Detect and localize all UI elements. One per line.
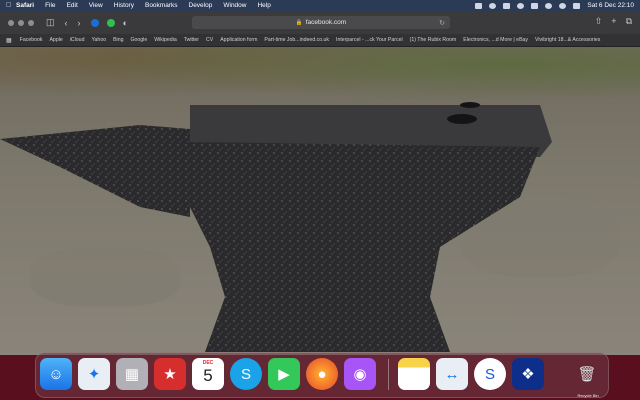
wifi-icon[interactable] bbox=[545, 2, 553, 9]
dropbox-icon[interactable]: ❖ bbox=[512, 358, 544, 390]
menubar-clock[interactable]: Sat 6 Dec 22:10 bbox=[587, 2, 634, 9]
menu-history[interactable]: History bbox=[114, 2, 134, 9]
dropbox-tray-icon[interactable] bbox=[475, 2, 483, 9]
menu-view[interactable]: View bbox=[89, 2, 103, 9]
extension-blue-icon[interactable] bbox=[90, 18, 99, 27]
back-icon[interactable]: ‹ bbox=[65, 18, 68, 28]
address-bar[interactable]: 🔒 facebook.com ↻ bbox=[192, 16, 450, 29]
launchpad-icon[interactable]: ▦ bbox=[116, 358, 148, 390]
reload-icon[interactable]: ↻ bbox=[439, 19, 445, 27]
forward-icon[interactable]: › bbox=[78, 18, 81, 28]
notes-icon[interactable] bbox=[398, 358, 430, 390]
menu-edit[interactable]: Edit bbox=[67, 2, 78, 9]
hardy-hole bbox=[447, 114, 477, 124]
bookmark-item[interactable]: Interparcel - ...ck Your Parcel bbox=[336, 37, 403, 43]
menu-help[interactable]: Help bbox=[257, 2, 270, 9]
extension-green-icon[interactable] bbox=[106, 18, 115, 27]
show-all-bookmarks-icon[interactable]: ▦ bbox=[6, 37, 12, 44]
bookmark-item[interactable]: Application form bbox=[220, 37, 257, 43]
shazam-icon[interactable]: S bbox=[474, 358, 506, 390]
calendar-day: 5 bbox=[203, 366, 213, 385]
bookmark-item[interactable]: Google bbox=[130, 37, 147, 43]
pritchel-hole bbox=[460, 102, 480, 108]
calendar-icon[interactable]: DEC 5 bbox=[192, 358, 224, 390]
status-tray: Sat 6 Dec 22:10 bbox=[475, 2, 634, 9]
podcasts-icon[interactable]: ◉ bbox=[344, 358, 376, 390]
skype-icon[interactable]: S bbox=[230, 358, 262, 390]
anvil-body bbox=[190, 142, 540, 352]
menu-window[interactable]: Window bbox=[223, 2, 246, 9]
bluetooth-icon[interactable] bbox=[503, 2, 511, 9]
tab-overview-icon[interactable]: ⧉ bbox=[626, 16, 632, 27]
menu-develop[interactable]: Develop bbox=[189, 2, 213, 9]
share-icon[interactable]: ⇧ bbox=[595, 16, 603, 27]
trash-label: Recycle Bin bbox=[577, 393, 599, 398]
menu-app-name[interactable]: Safari bbox=[16, 2, 34, 9]
bookmark-item[interactable]: (1) The Rubix Room bbox=[410, 37, 457, 43]
toolbar-right-controls: ⇧ + ⧉ bbox=[595, 16, 632, 27]
minimize-window-button[interactable] bbox=[18, 19, 24, 26]
bookmark-item[interactable]: Electronics, ...d More | eBay bbox=[463, 37, 528, 43]
trash-icon[interactable]: 🗑 bbox=[571, 358, 603, 390]
privacy-shield-icon[interactable]: ◐ bbox=[123, 18, 128, 28]
bookmark-item[interactable]: Part-time Job...indeed.co.uk bbox=[264, 37, 329, 43]
bookmark-item[interactable]: Twitter bbox=[184, 37, 199, 43]
bookmark-item[interactable]: Vivibright 18...& Accessories bbox=[535, 37, 600, 43]
facetime-icon[interactable]: ▶ bbox=[268, 358, 300, 390]
sidebar-toggle-icon[interactable]: ◫ bbox=[46, 17, 55, 28]
address-text: facebook.com bbox=[305, 19, 347, 26]
anvil-image bbox=[0, 102, 552, 352]
bookmark-item[interactable]: Apple bbox=[49, 37, 62, 43]
bookmark-item[interactable]: Wikipedia bbox=[154, 37, 177, 43]
sync-tray-icon[interactable] bbox=[489, 2, 497, 9]
apple-menu-icon[interactable]:  bbox=[6, 2, 16, 9]
window-controls bbox=[8, 19, 34, 26]
bookmark-item[interactable]: Facebook bbox=[20, 37, 43, 43]
lock-icon: 🔒 bbox=[295, 19, 303, 26]
menu-bookmarks[interactable]: Bookmarks bbox=[145, 2, 178, 9]
bookmark-item[interactable]: CV bbox=[206, 37, 213, 43]
new-tab-icon[interactable]: + bbox=[611, 16, 616, 27]
battery-icon[interactable] bbox=[531, 2, 539, 9]
finder-icon[interactable]: ☺ bbox=[40, 358, 72, 390]
play-tray-icon[interactable] bbox=[517, 2, 525, 9]
search-icon[interactable] bbox=[559, 2, 567, 9]
safari-icon[interactable]: ✦ bbox=[78, 358, 110, 390]
firefox-icon[interactable]: ● bbox=[306, 358, 338, 390]
menu-file[interactable]: File bbox=[45, 2, 55, 9]
page-photo[interactable] bbox=[0, 47, 640, 355]
menu-bar:  Safari File Edit View History Bookmark… bbox=[0, 0, 640, 11]
photo-booth-icon[interactable]: ★ bbox=[154, 358, 186, 390]
dock-separator bbox=[388, 359, 389, 390]
bookmarks-bar: ▦ Facebook Apple iCloud Yahoo Bing Googl… bbox=[0, 34, 640, 47]
zoom-window-button[interactable] bbox=[28, 19, 34, 26]
control-center-icon[interactable] bbox=[573, 2, 581, 9]
teamviewer-icon[interactable]: ↔ bbox=[436, 358, 468, 390]
browser-toolbar: ◫ ‹ › ◐ 🔒 facebook.com ↻ ⇧ + ⧉ bbox=[0, 11, 640, 34]
bookmark-item[interactable]: Yahoo bbox=[91, 37, 106, 43]
bookmark-item[interactable]: iCloud bbox=[70, 37, 85, 43]
anvil-horn bbox=[0, 125, 190, 217]
bookmark-item[interactable]: Bing bbox=[113, 37, 123, 43]
close-window-button[interactable] bbox=[8, 19, 14, 26]
